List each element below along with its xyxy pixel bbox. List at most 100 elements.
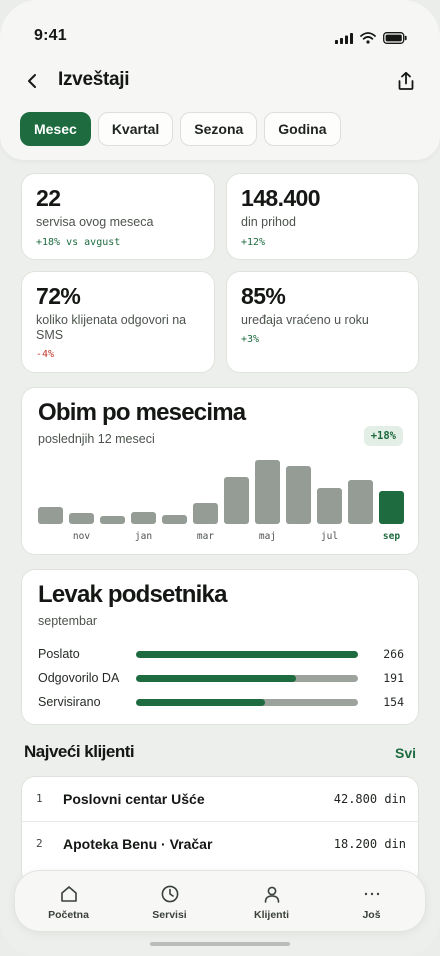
tab-sezona[interactable]: Sezona [180,112,258,146]
nav-item-home[interactable]: Početna [17,871,120,933]
share-button[interactable] [394,68,418,94]
tab-kvartal[interactable]: Kvartal [97,112,174,146]
funnel-row-replied: Odgovorilo DA 191 [38,670,404,688]
period-tabs: Mesec Kvartal Sezona Godina [20,112,341,146]
nav-item-services[interactable]: Servisi [118,871,221,933]
stat-value: 85% [241,283,286,309]
clients-see-all-link[interactable]: Svi [395,745,416,761]
funnel-value: 154 [383,695,404,709]
stat-value: 22 [36,185,61,211]
x-tick-label: maj [258,531,277,542]
funnel-label: Odgovorilo DA [38,671,120,685]
bar-mar [193,503,218,524]
funnel-fill [136,699,265,706]
stat-value: 148.400 [241,185,321,211]
more-icon [361,883,383,905]
bar-chart [38,458,404,524]
bar-dec [100,516,125,524]
funnel-row-sent: Poslato 266 [38,646,404,664]
funnel-title: Levak podsetnika [38,581,227,608]
bar-jan [131,512,156,524]
x-tick-label: mar [196,531,215,542]
bar-avg [348,480,373,524]
funnel-value: 266 [383,647,404,661]
client-row[interactable]: 1 Poslovni centar Ušće 42.800 din [22,777,418,822]
app-screen: 9:41 Izveštaji Mesec Kvartal Sezona Godi… [0,0,440,956]
stat-card-revenue[interactable]: 148.400 din prihod +12% [226,173,419,260]
stat-label: koliko klijenata odgovori na SMS [36,313,187,342]
client-rank: 1 [36,792,43,805]
client-rank: 2 [36,837,43,850]
nav-label: Početna [48,909,89,921]
funnel-label: Poslato [38,647,80,661]
stat-delta: -4% [36,349,55,360]
clock-icon [159,883,181,905]
funnel-subtitle: septembar [38,614,98,628]
clients-title: Najveći klijenti [24,742,135,761]
tab-godina[interactable]: Godina [264,112,341,146]
volume-chart-card: Obim po mesecima poslednjih 12 meseci +1… [21,387,419,555]
bar-maj [255,460,280,524]
funnel-row-serviced: Servisirano 154 [38,694,404,712]
header: 9:41 Izveštaji Mesec Kvartal Sezona Godi… [0,0,440,160]
battery-icon [383,32,407,44]
client-row[interactable]: 2 Apoteka Benu · Vračar 18.200 din [22,822,418,866]
stat-delta: +18% vs avgust [36,237,121,248]
bottom-nav: Početna Servisi Klijenti Još [14,870,426,932]
stat-label: din prihod [241,215,296,229]
growth-badge: +18% [363,426,403,446]
stat-delta: +12% [241,237,266,248]
status-icons [335,32,407,44]
share-icon [398,71,414,90]
stat-card-returns[interactable]: 85% uređaja vraćeno u roku +3% [226,271,419,373]
chart-title: Obim po mesecima [38,399,246,426]
x-tick-label: jul [320,531,339,542]
stat-delta: +3% [241,334,260,345]
client-amount: 18.200 din [333,837,406,851]
x-tick-label: nov [72,531,91,542]
stat-value: 72% [36,283,81,309]
person-icon [261,883,283,905]
title-bar: Izveštaji [0,64,440,98]
nav-item-clients[interactable]: Klijenti [220,871,323,933]
bar-feb [162,515,187,524]
funnel-track [136,699,358,706]
page-title: Izveštaji [58,69,130,90]
stat-card-services[interactable]: 22 servisa ovog meseca +18% vs avgust [21,173,215,260]
chevron-left-icon [28,74,36,88]
client-name: Apoteka Benu · Vračar [63,836,213,852]
client-name: Poslovni centar Ušće [63,791,205,807]
bar-okt [38,507,63,524]
home-indicator [150,942,290,946]
wifi-icon [360,32,376,44]
funnel-label: Servisirano [38,695,101,709]
nav-label: Još [362,909,381,921]
funnel-fill [136,651,358,658]
funnel-track [136,675,358,682]
funnel-card: Levak podsetnika septembar Poslato 266 O… [21,569,419,725]
bar-apr [224,477,249,524]
status-time: 9:41 [34,27,67,44]
funnel-value: 191 [383,671,404,685]
home-icon [58,883,80,905]
back-button[interactable] [20,68,44,94]
tab-mesec[interactable]: Mesec [20,112,91,146]
bar-sep [379,491,404,524]
signal-icon [335,32,353,44]
nav-item-more[interactable]: Još [320,871,423,933]
bar-jul [317,488,342,524]
nav-label: Klijenti [253,909,289,921]
bar-nov [69,513,94,524]
funnel-track [136,651,358,658]
stat-card-sms[interactable]: 72% koliko klijenata odgovori na SMS -4% [21,271,215,373]
chart-subtitle: poslednjih 12 meseci [38,432,155,446]
funnel-fill [136,675,296,682]
stat-label: servisa ovog meseca [36,215,154,229]
client-amount: 42.800 din [333,792,406,806]
x-tick-label: sep [382,531,401,542]
bar-jun [286,466,311,524]
stat-label: uređaja vraćeno u roku [241,313,369,327]
x-tick-label: jan [134,531,153,542]
x-axis-labels: nov jan mar maj jul sep [38,531,404,545]
nav-label: Servisi [152,909,187,921]
